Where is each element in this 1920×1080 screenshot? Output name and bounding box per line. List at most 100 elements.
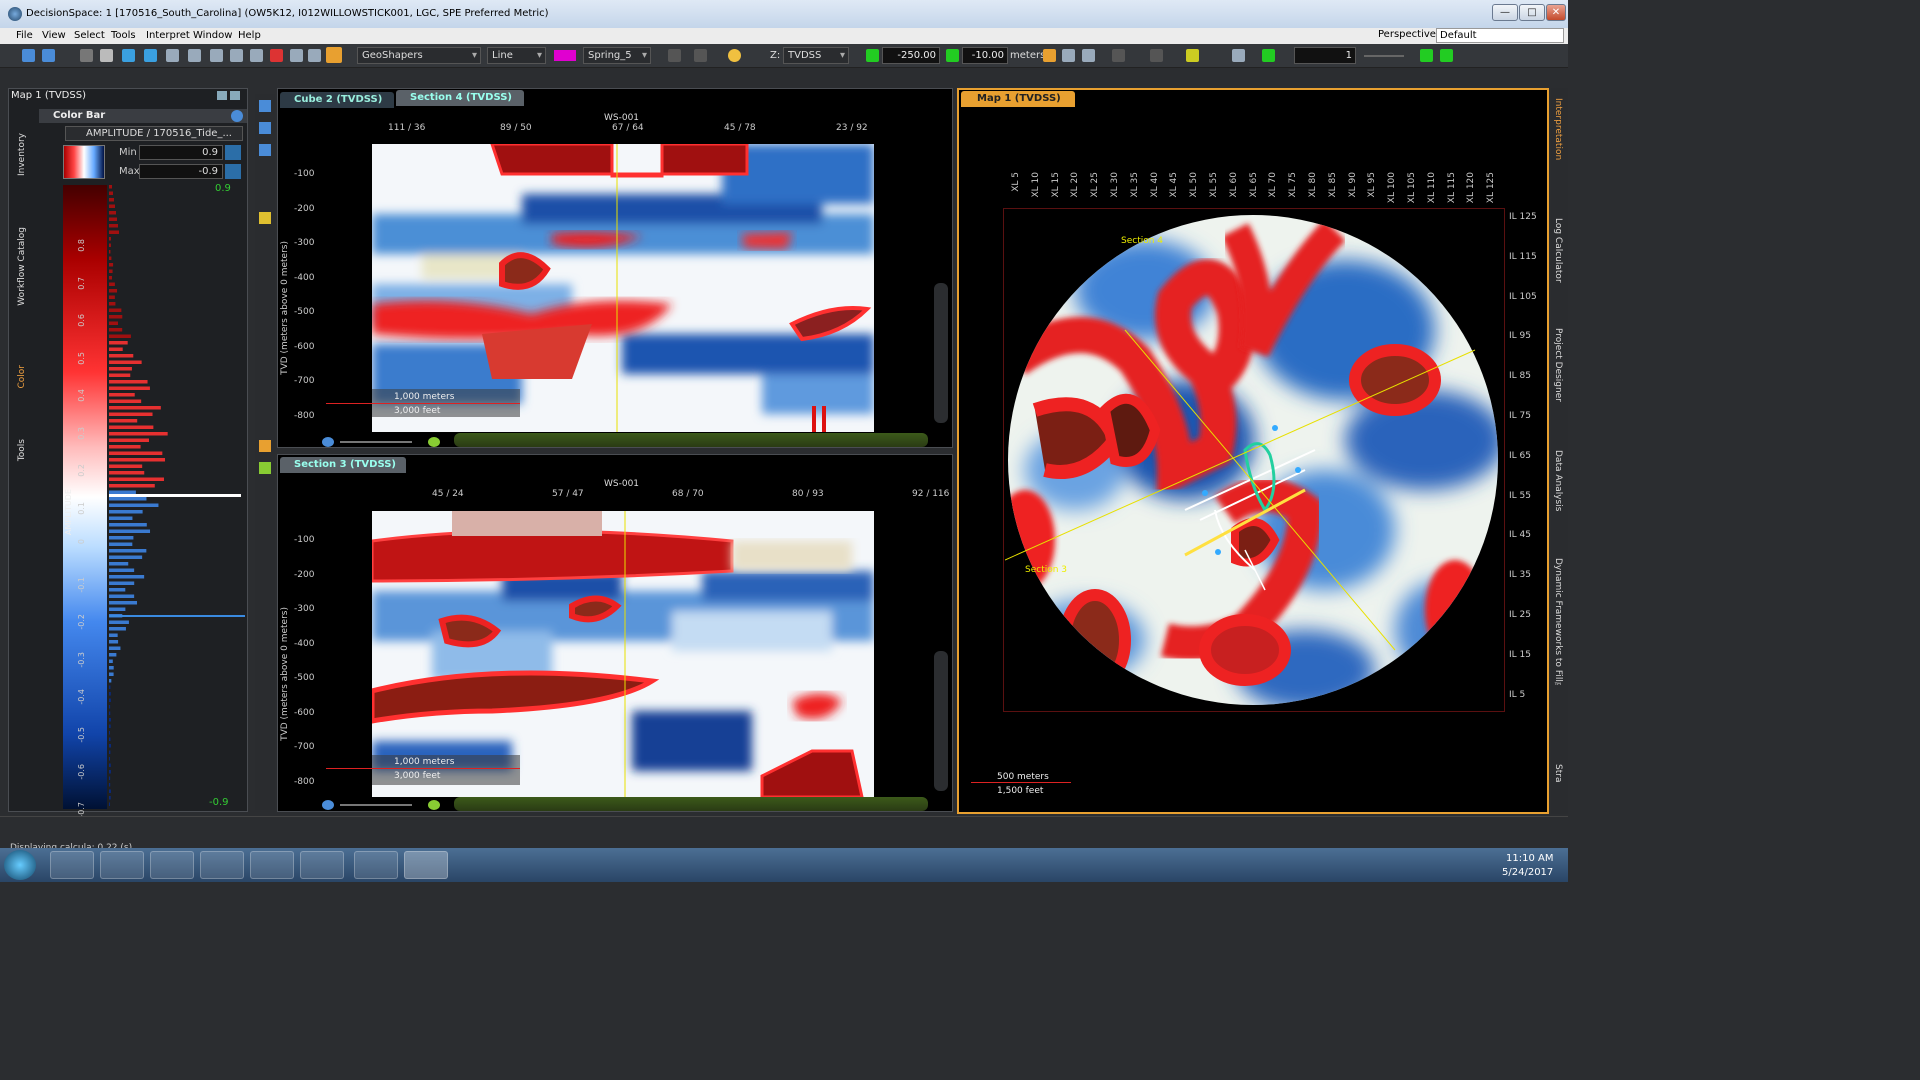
open-icon[interactable] — [42, 49, 55, 62]
zoom-in-icon-bottom[interactable] — [428, 800, 440, 810]
arrange-icon[interactable] — [1440, 49, 1453, 62]
line-color-swatch[interactable] — [554, 50, 576, 61]
tool-icon[interactable] — [1232, 49, 1245, 62]
fault-icon[interactable] — [230, 49, 243, 62]
explorer-icon[interactable] — [100, 851, 144, 879]
measure-icon[interactable] — [144, 49, 157, 62]
line-tool-icon[interactable] — [1262, 49, 1275, 62]
panel-float-icon[interactable] — [217, 91, 227, 100]
app-gray-icon[interactable] — [300, 851, 344, 879]
z-domain-select[interactable]: TVDSS — [783, 47, 849, 64]
select-icon[interactable] — [259, 462, 271, 474]
step-back-icon[interactable] — [866, 49, 879, 62]
tab-project-designer[interactable]: Project Designer — [1553, 328, 1563, 402]
tab-section-4[interactable]: Section 4 (TVDSS) — [396, 90, 524, 106]
menu-file[interactable]: File — [16, 30, 33, 41]
undo-icon[interactable] — [668, 49, 681, 62]
top-horizontal-scrollbar[interactable] — [454, 433, 928, 447]
tab-map-1[interactable]: Map 1 (TVDSS) — [961, 91, 1075, 107]
cube-icon[interactable] — [166, 49, 179, 62]
perspective-select[interactable]: Default — [1436, 28, 1564, 43]
bookmark-icon[interactable] — [1112, 49, 1125, 62]
tab-inventory[interactable]: Inventory — [17, 133, 27, 176]
zoom-slider-bottom[interactable] — [340, 804, 412, 806]
max-input[interactable]: -0.9 — [139, 164, 223, 179]
maximize-button[interactable]: □ — [1519, 4, 1545, 21]
z-bottom-input[interactable]: -10.00 — [962, 47, 1008, 64]
tab-workflow-catalog[interactable]: Workflow Catalog — [17, 227, 27, 306]
step-input[interactable]: 1 — [1294, 47, 1356, 64]
sync-icon[interactable] — [1082, 49, 1095, 62]
bottom-x-tick: 57 / 47 — [552, 489, 584, 499]
colormap-preview[interactable] — [63, 145, 105, 179]
geoshapers-select[interactable]: GeoShapers — [357, 47, 481, 64]
tab-color[interactable]: Color — [17, 365, 27, 389]
pick-icon[interactable] — [122, 49, 135, 62]
minimize-button[interactable]: — — [1492, 4, 1518, 21]
save-icon[interactable] — [80, 49, 93, 62]
tab-dynamic-frameworks[interactable]: Dynamic Frameworks to Fill™ — [1553, 558, 1563, 692]
horizon-icon[interactable] — [210, 49, 223, 62]
copy-icon[interactable] — [100, 49, 113, 62]
reset-max-icon[interactable] — [225, 164, 241, 179]
paint-icon[interactable] — [259, 440, 271, 452]
home-icon[interactable] — [1062, 49, 1075, 62]
menu-window[interactable]: Window — [193, 30, 232, 41]
color-map-select[interactable]: Spring_5 — [583, 47, 651, 64]
step-forward-icon[interactable] — [946, 49, 959, 62]
z-top-input[interactable]: -250.00 — [882, 47, 940, 64]
ie-icon[interactable] — [50, 851, 94, 879]
pin-icon[interactable] — [1186, 49, 1199, 62]
zoom-slider-top[interactable] — [340, 441, 412, 443]
start-button-icon[interactable] — [4, 850, 36, 880]
menu-tools[interactable]: Tools — [111, 30, 136, 41]
pan-icon[interactable] — [259, 122, 271, 134]
panel-min-icon[interactable] — [230, 91, 240, 100]
surface-icon[interactable] — [188, 49, 201, 62]
app-orange-icon[interactable] — [250, 851, 294, 879]
close-button[interactable]: ✕ — [1546, 4, 1566, 21]
rotate-icon[interactable] — [259, 144, 271, 156]
menu-view[interactable]: View — [42, 30, 66, 41]
zoom-out-icon-bottom[interactable] — [322, 800, 334, 810]
menu-select[interactable]: Select — [74, 30, 105, 41]
attribute-select[interactable]: AMPLITUDE / 170516_Tide_... — [65, 126, 243, 141]
media-player-icon[interactable] — [150, 851, 194, 879]
top-vertical-scrollbar[interactable] — [934, 283, 948, 423]
reset-min-icon[interactable] — [225, 145, 241, 160]
zoom-slider[interactable] — [1364, 55, 1404, 57]
tab-cube-2[interactable]: Cube 2 (TVDSS) — [280, 92, 394, 108]
bottom-horizontal-scrollbar[interactable] — [454, 797, 928, 811]
zoom-out-icon-top[interactable] — [322, 437, 334, 447]
tab-data-analysis[interactable]: Data Analysis — [1553, 450, 1563, 511]
min-input[interactable]: 0.9 — [139, 145, 223, 160]
new-icon[interactable] — [22, 49, 35, 62]
zoom-icon[interactable] — [259, 100, 271, 112]
camera-icon[interactable] — [1043, 49, 1056, 62]
tab-section-3[interactable]: Section 3 (TVDSS) — [280, 457, 406, 473]
menu-help[interactable]: Help — [238, 30, 261, 41]
line-type-select[interactable]: Line — [487, 47, 546, 64]
bottom-vertical-scrollbar[interactable] — [934, 651, 948, 791]
help-icon[interactable] — [231, 110, 243, 122]
decisionspace-taskbar-icon[interactable] — [404, 851, 448, 879]
zoom-in-icon-top[interactable] — [428, 437, 440, 447]
pencil-icon[interactable] — [326, 47, 342, 63]
sun-icon[interactable] — [728, 49, 741, 62]
tab-log-calculator[interactable]: Log Calculator — [1553, 218, 1563, 283]
tab-stra[interactable]: Stra — [1553, 764, 1563, 782]
redo-icon[interactable] — [694, 49, 707, 62]
paint-app-icon[interactable] — [354, 851, 398, 879]
map-plot[interactable] — [1005, 210, 1505, 710]
record-icon[interactable] — [270, 49, 283, 62]
well-icon[interactable] — [250, 49, 263, 62]
flag-icon[interactable] — [1150, 49, 1163, 62]
grid-icon[interactable] — [290, 49, 303, 62]
menu-interpret[interactable]: Interpret — [146, 30, 190, 41]
tab-tools[interactable]: Tools — [17, 439, 27, 461]
layout-icon[interactable] — [1420, 49, 1433, 62]
tab-interpretation[interactable]: Interpretation — [1553, 98, 1563, 160]
annotate-icon[interactable] — [259, 212, 271, 224]
settings-icon[interactable] — [308, 49, 321, 62]
chrome-icon[interactable] — [200, 851, 244, 879]
